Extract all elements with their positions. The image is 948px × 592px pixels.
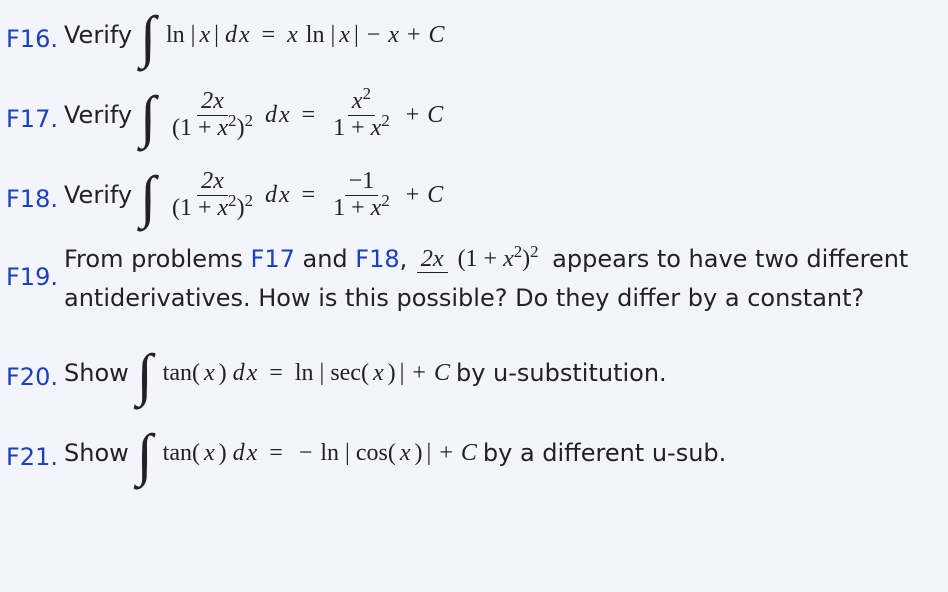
equals: = bbox=[269, 358, 283, 388]
integrand: tan(x) bbox=[163, 438, 227, 468]
rhs-tail: +C bbox=[402, 180, 444, 210]
equals: = bbox=[262, 20, 276, 50]
problem-number: F20. bbox=[6, 342, 64, 392]
equation-line: Show ∫ tan(x) dx = −ln|cos(x)|+C by a di… bbox=[64, 422, 938, 484]
after-frac-text: appears to have two different bbox=[552, 245, 908, 273]
integral-icon: ∫ bbox=[137, 352, 153, 398]
problem-f17: F17. Verify ∫ 2x (1 + x2)2 dx = x2 1 + x… bbox=[6, 84, 938, 146]
problem-number: F18. bbox=[6, 164, 64, 214]
verb: Show bbox=[64, 358, 129, 388]
verb: Verify bbox=[64, 100, 132, 130]
integral-icon: ∫ bbox=[137, 432, 153, 478]
dx: dx bbox=[265, 180, 290, 210]
rhs-fraction: −1 1 + x2 bbox=[329, 169, 394, 220]
rhs: xln|x| −x+C bbox=[287, 20, 444, 50]
inline-fraction: 2x (1 + x2)2 bbox=[417, 247, 543, 272]
integral-icon: ∫ bbox=[140, 174, 156, 220]
problem-number: F19. bbox=[6, 244, 64, 292]
equals: = bbox=[302, 100, 316, 130]
rhs-tail: +C bbox=[402, 100, 444, 130]
rhs-fraction: x2 1 + x2 bbox=[329, 89, 394, 140]
and-text: and bbox=[295, 245, 355, 273]
verb: Verify bbox=[64, 180, 132, 210]
verb: Verify bbox=[64, 20, 132, 50]
problem-body: Verify ∫ 2x (1 + x2)2 dx = x2 1 + x2 +C bbox=[64, 84, 938, 146]
dx: dx bbox=[233, 438, 258, 468]
comma-text: , bbox=[400, 245, 415, 273]
equals: = bbox=[302, 180, 316, 210]
problem-number: F21. bbox=[6, 422, 64, 472]
equation-line: Verify ∫ ln|x| dx = xln|x| −x+C bbox=[64, 4, 938, 66]
integral-icon: ∫ bbox=[140, 14, 156, 60]
rhs: ln|sec(x)|+C bbox=[295, 358, 450, 388]
dx: dx bbox=[265, 100, 290, 130]
integral-icon: ∫ bbox=[140, 94, 156, 140]
integrand-fraction: 2x (1 + x2)2 bbox=[168, 169, 257, 220]
problem-f19: F19. From problems F17 and F18, 2x (1 + … bbox=[6, 244, 938, 316]
problem-body: Verify ∫ 2x (1 + x2)2 dx = −1 1 + x2 +C bbox=[64, 164, 938, 226]
equation-line: Verify ∫ 2x (1 + x2)2 dx = x2 1 + x2 +C bbox=[64, 84, 938, 146]
integrand-fraction: 2x (1 + x2)2 bbox=[168, 89, 257, 140]
integrand: tan(x) bbox=[163, 358, 227, 388]
dx: dx bbox=[233, 358, 258, 388]
dx: dx bbox=[225, 20, 250, 50]
problem-body: Show ∫ tan(x) dx = −ln|cos(x)|+C by a di… bbox=[64, 422, 938, 484]
problem-f20: F20. Show ∫ tan(x) dx = ln|sec(x)|+C by … bbox=[6, 342, 938, 404]
equals: = bbox=[269, 438, 283, 468]
lead-text: From problems bbox=[64, 245, 251, 273]
problem-body: From problems F17 and F18, 2x (1 + x2)2 … bbox=[64, 244, 938, 316]
problem-body: Show ∫ tan(x) dx = ln|sec(x)|+C by u-sub… bbox=[64, 342, 938, 404]
line2: antiderivatives. How is this possible? D… bbox=[64, 280, 938, 316]
tail-text: by a different u-sub. bbox=[483, 438, 726, 468]
line1: From problems F17 and F18, 2x (1 + x2)2 … bbox=[64, 244, 938, 274]
equation-line: Verify ∫ 2x (1 + x2)2 dx = −1 1 + x2 +C bbox=[64, 164, 938, 226]
rhs: −ln|cos(x)|+C bbox=[295, 438, 477, 468]
equation-line: Show ∫ tan(x) dx = ln|sec(x)|+C by u-sub… bbox=[64, 342, 938, 404]
problem-number: F17. bbox=[6, 84, 64, 134]
problem-f18: F18. Verify ∫ 2x (1 + x2)2 dx = −1 1 + x… bbox=[6, 164, 938, 226]
problem-f16: F16. Verify ∫ ln|x| dx = xln|x| −x+C bbox=[6, 4, 938, 66]
problem-f21: F21. Show ∫ tan(x) dx = −ln|cos(x)|+C by… bbox=[6, 422, 938, 484]
integrand: ln|x| bbox=[166, 20, 219, 50]
problem-body: Verify ∫ ln|x| dx = xln|x| −x+C bbox=[64, 4, 938, 66]
verb: Show bbox=[64, 438, 129, 468]
ref-f17: F17 bbox=[251, 245, 295, 273]
ref-f18: F18 bbox=[355, 245, 399, 273]
problem-number: F16. bbox=[6, 4, 64, 54]
tail-text: by u-substitution. bbox=[456, 358, 667, 388]
